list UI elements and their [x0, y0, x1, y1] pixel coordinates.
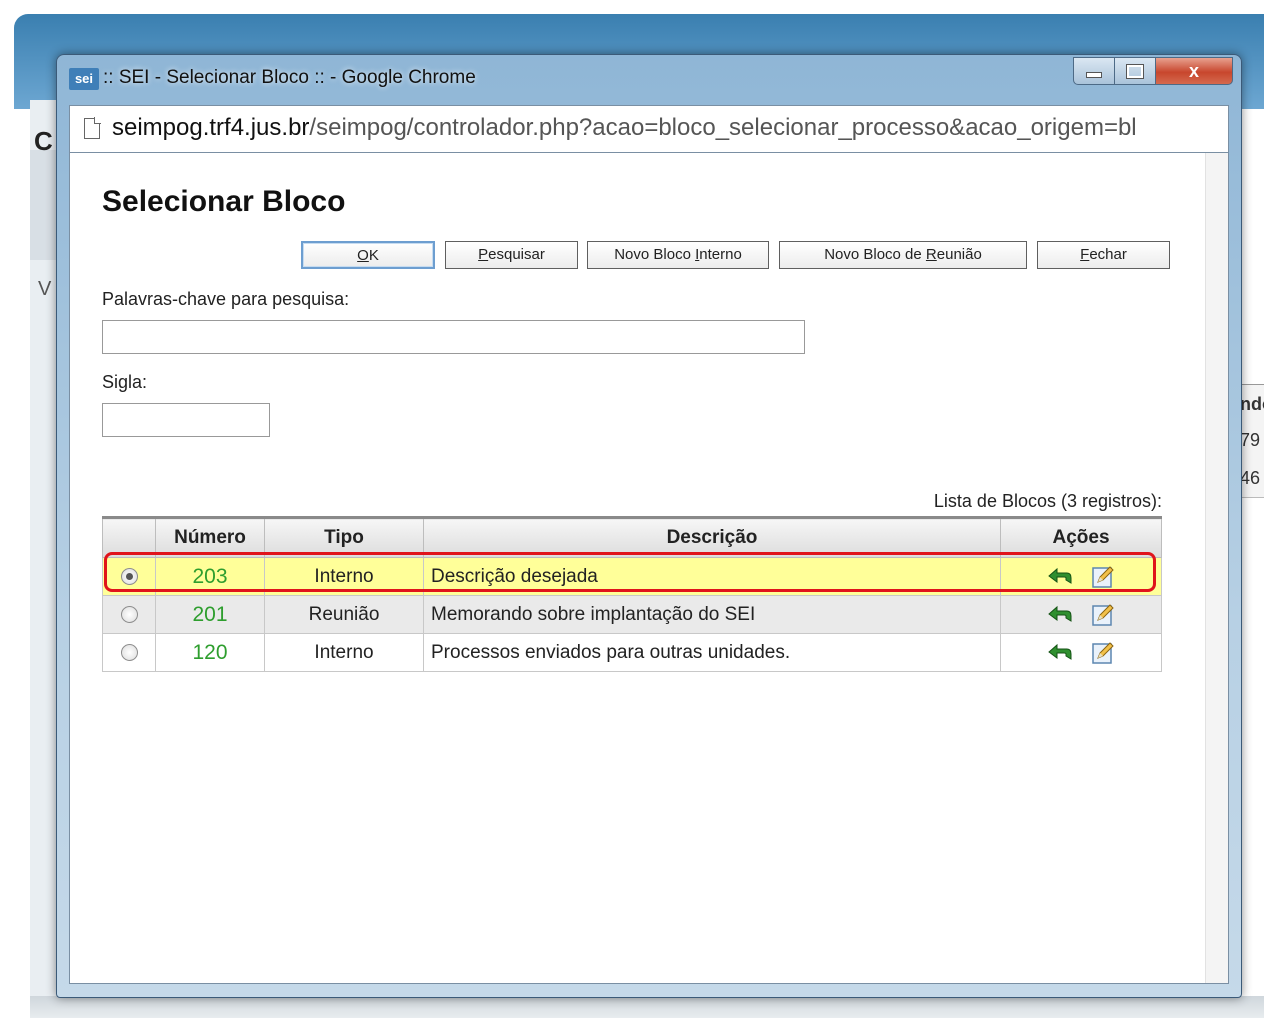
- row-numero-link[interactable]: 120: [192, 641, 227, 664]
- ok-label: K: [368, 247, 379, 264]
- keywords-input[interactable]: [102, 320, 805, 354]
- row-select-cell: [102, 633, 156, 672]
- edit-pencil-icon[interactable]: [1091, 603, 1115, 627]
- sei-logo-icon: sei: [69, 68, 99, 90]
- popup-window: sei :: SEI - Selecionar Bloco :: - Googl…: [56, 54, 1242, 998]
- close-window-button[interactable]: x: [1156, 57, 1233, 85]
- sigla-input[interactable]: [102, 403, 270, 437]
- table-row[interactable]: 201 Reunião Memorando sobre implantação …: [102, 595, 1162, 634]
- novo-reuniao-accesskey: R: [925, 246, 937, 263]
- fechar-accesskey: F: [1080, 246, 1090, 263]
- row-numero-link[interactable]: 201: [192, 603, 227, 626]
- parent-window-fragment-2: 79: [1240, 430, 1261, 450]
- minimize-icon: [1086, 72, 1102, 78]
- ok-accesskey: O: [357, 247, 369, 264]
- list-caption: Lista de Blocos (3 registros):: [933, 491, 1162, 511]
- fechar-button[interactable]: Fechar: [1037, 241, 1170, 269]
- return-arrow-icon[interactable]: [1047, 643, 1073, 663]
- header-radio: [102, 516, 156, 558]
- row-numero-cell: 120: [155, 633, 265, 672]
- minimize-button[interactable]: [1073, 57, 1115, 85]
- row-descricao: Descrição desejada: [423, 557, 1001, 596]
- pesquisar-button[interactable]: Pesquisar: [445, 241, 578, 269]
- return-arrow-icon[interactable]: [1047, 605, 1073, 625]
- header-descricao[interactable]: Descrição: [423, 516, 1001, 558]
- row-tipo: Interno: [264, 557, 424, 596]
- row-radio[interactable]: [120, 643, 138, 661]
- header-acoes: Ações: [1000, 516, 1162, 558]
- novo-interno-label-end: nterno: [699, 246, 742, 263]
- parent-window-letter-v: V: [38, 278, 52, 300]
- ok-button[interactable]: OK: [301, 241, 435, 269]
- row-select-cell: [102, 595, 156, 634]
- row-radio[interactable]: [120, 605, 138, 623]
- table-row[interactable]: 203 Interno Descrição desejada: [102, 557, 1162, 596]
- row-tipo: Reunião: [264, 595, 424, 634]
- header-numero[interactable]: Número: [155, 516, 265, 558]
- row-acoes: [1000, 595, 1162, 634]
- maximize-icon: [1126, 63, 1144, 79]
- novo-bloco-reuniao-button[interactable]: Novo Bloco de Reunião: [779, 241, 1027, 269]
- url-host: seimpog.trf4.jus.br: [112, 114, 310, 141]
- pesquisar-accesskey: P: [478, 246, 489, 263]
- parent-window-bottom: [30, 996, 1264, 1018]
- url-text[interactable]: seimpog.trf4.jus.br/seimpog/controlador.…: [112, 114, 1222, 142]
- novo-reuniao-label-start: Novo Bloco de: [824, 246, 926, 263]
- row-acoes: [1000, 633, 1162, 672]
- maximize-button[interactable]: [1115, 57, 1156, 85]
- address-bar[interactable]: seimpog.trf4.jus.br/seimpog/controlador.…: [69, 105, 1229, 153]
- window-title: :: SEI - Selecionar Bloco :: - Google Ch…: [103, 67, 476, 88]
- sigla-label: Sigla:: [102, 372, 148, 392]
- page-title: Selecionar Bloco: [102, 185, 346, 218]
- row-numero-cell: 201: [155, 595, 265, 634]
- row-radio[interactable]: [120, 567, 138, 585]
- window-titlebar[interactable]: sei :: SEI - Selecionar Bloco :: - Googl…: [57, 55, 1241, 101]
- header-tipo[interactable]: Tipo: [264, 516, 424, 558]
- novo-interno-label-start: Novo Bloco: [614, 246, 696, 263]
- return-arrow-icon[interactable]: [1047, 567, 1073, 587]
- novo-bloco-interno-button[interactable]: Novo Bloco Interno: [587, 241, 769, 269]
- window-controls: x: [1073, 57, 1233, 85]
- edit-pencil-icon[interactable]: [1091, 641, 1115, 665]
- blocos-table: Número Tipo Descrição Ações 203 Interno …: [102, 516, 1162, 672]
- row-acoes: [1000, 557, 1162, 596]
- page-content: Selecionar Bloco OK Pesquisar Novo Bloco…: [69, 153, 1229, 984]
- fechar-label: echar: [1089, 246, 1127, 263]
- parent-window-fragment-3: 46: [1240, 468, 1261, 488]
- parent-window-letter-c: C: [34, 126, 53, 156]
- row-descricao: Memorando sobre implantação do SEI: [423, 595, 1001, 634]
- keywords-label: Palavras-chave para pesquisa:: [102, 289, 350, 309]
- table-header-row: Número Tipo Descrição Ações: [102, 516, 1162, 558]
- row-select-cell: [102, 557, 156, 596]
- vertical-scrollbar[interactable]: [1205, 153, 1228, 983]
- row-tipo: Interno: [264, 633, 424, 672]
- parent-window-fragment-1: ndo: [1240, 394, 1264, 414]
- table-row[interactable]: 120 Interno Processos enviados para outr…: [102, 633, 1162, 672]
- url-path: /seimpog/controlador.php?acao=bloco_sele…: [309, 114, 1137, 141]
- row-numero-cell: 203: [155, 557, 265, 596]
- row-descricao: Processos enviados para outras unidades.: [423, 633, 1001, 672]
- row-numero-link[interactable]: 203: [192, 565, 227, 588]
- pesquisar-label: esquisar: [488, 246, 545, 263]
- page-icon: [84, 117, 101, 139]
- edit-pencil-icon[interactable]: [1091, 565, 1115, 589]
- close-icon: x: [1188, 60, 1199, 81]
- novo-reuniao-label-end: eunião: [936, 246, 982, 263]
